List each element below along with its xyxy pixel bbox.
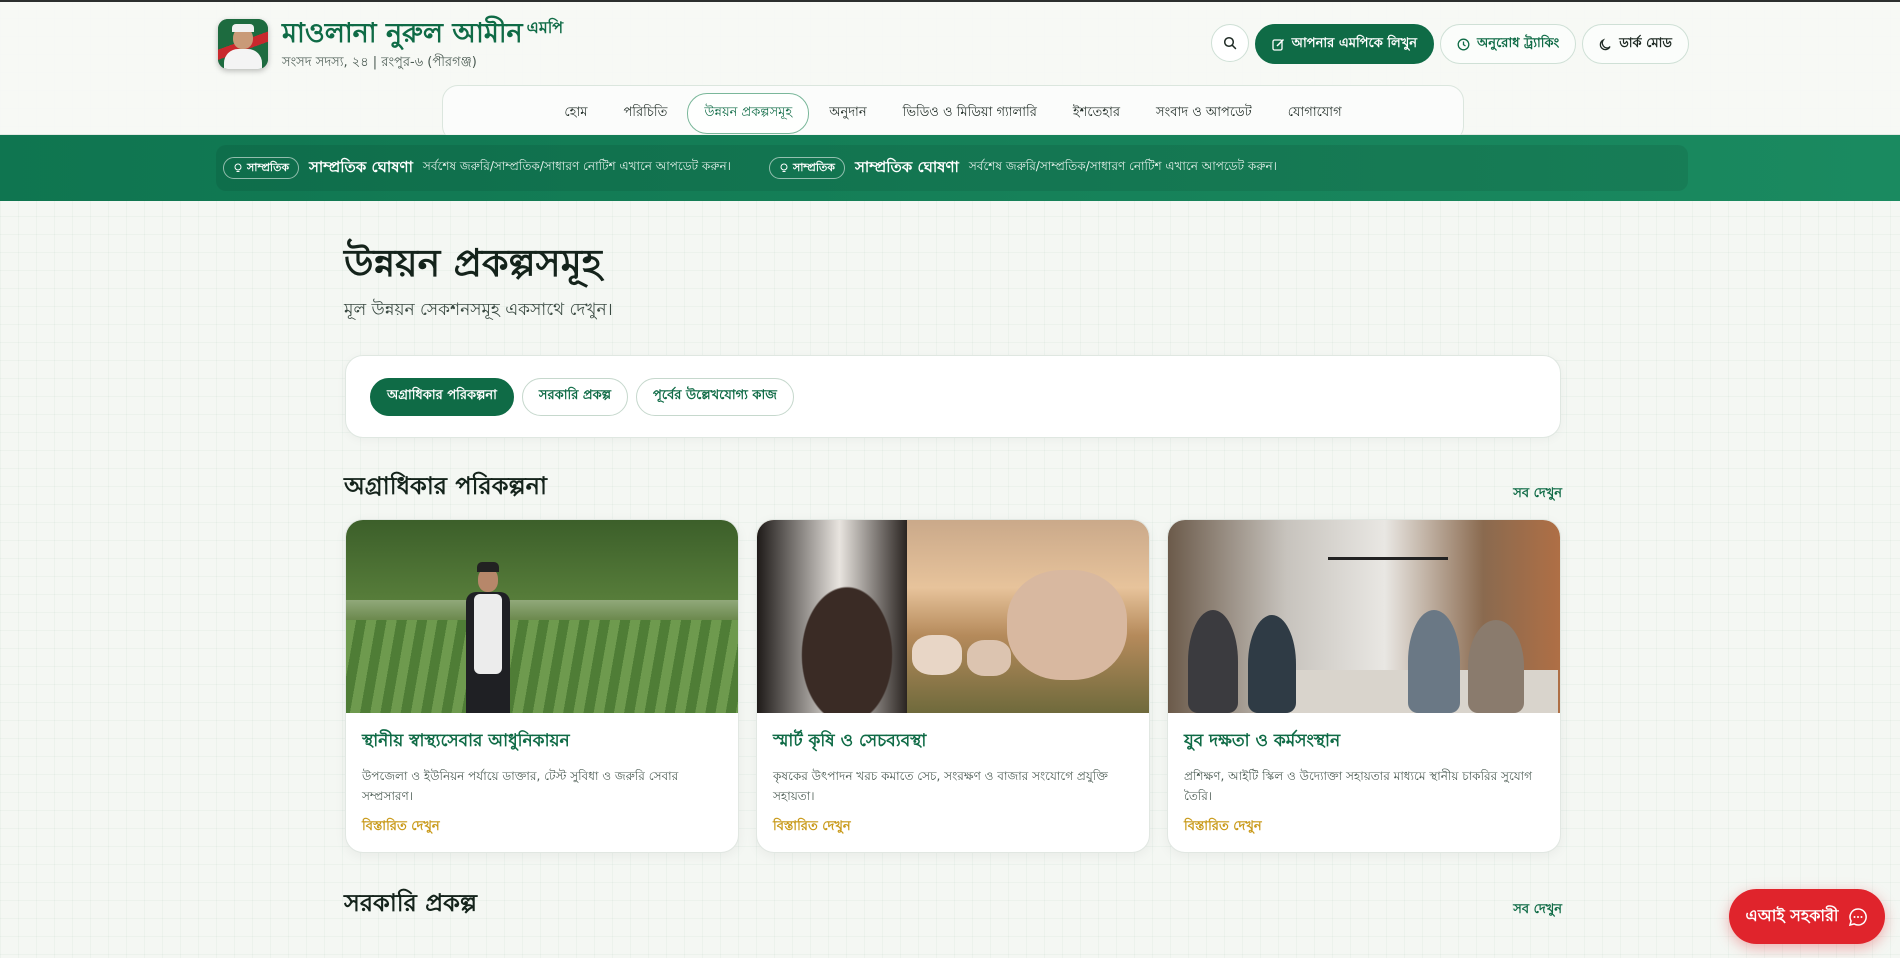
details-link[interactable]: বিস্তারিত দেখুন (1184, 817, 1544, 838)
ticker-track: সাম্প্রতিক সাম্প্রতিক ঘোষণা সর্বশেষ জরুর… (216, 145, 1688, 191)
nav-item-grants[interactable]: অনুদান (813, 94, 882, 133)
moon-icon (1599, 37, 1611, 50)
priority-section-header: অগ্রাধিকার পরিকল্পনা সব দেখুন (344, 468, 1562, 508)
nav-item-news[interactable]: সংবাদ ও আপডেট (1140, 94, 1268, 133)
details-link[interactable]: বিস্তারিত দেখুন (362, 817, 722, 838)
request-tracking-button[interactable]: অনুরোধ ট্র্যাকিং (1440, 24, 1577, 64)
card-description: উপজেলা ও ইউনিয়ন পর্যায়ে ডাক্তার, টেস্ট… (362, 769, 679, 803)
clock-icon (1457, 38, 1470, 50)
government-section-header: সরকারি প্রকল্প সব দেখুন (344, 885, 1562, 925)
page-subtitle: মূল উন্নয়ন সেকশনসমূহ একসাথে দেখুন। (344, 300, 613, 320)
details-link[interactable]: বিস্তারিত দেখুন (773, 817, 1133, 838)
nav-item-contact[interactable]: যোগাযোগ (1272, 94, 1358, 133)
edit-icon (1271, 38, 1284, 51)
card-image (1168, 520, 1560, 713)
dark-mode-toggle[interactable]: ডার্ক মোড (1582, 24, 1689, 64)
card-description: প্রশিক্ষণ, আইটি স্কিল ও উদ্যোক্তা সহায়ত… (1184, 769, 1533, 803)
nav-item-media-gallery[interactable]: ভিডিও ও মিডিয়া গ্যালারি (887, 94, 1053, 133)
nav-item-development-projects[interactable]: উন্নয়ন প্রকল্পসমূহ (687, 93, 810, 134)
page-title: উন্নয়ন প্রকল্পসমূহ (344, 241, 602, 285)
header-actions: আপনার এমপিকে লিখুন অনুরোধ ট্র্যাকিং ডার্… (1210, 24, 1689, 64)
brand-subtitle: সংসদ সদস্য, ২৪ | রংপুর-৬ (পীরগঞ্জ) (282, 55, 477, 70)
card-image (757, 520, 1149, 713)
ticker-text[interactable]: সর্বশেষ জরুরি/সাম্প্রতিক/সাধারণ নোটিশ এখ… (969, 158, 1277, 178)
nav-item-home[interactable]: হোম (548, 94, 603, 133)
ai-assistant-button[interactable]: এআই সহকারী (1729, 889, 1885, 944)
search-button[interactable] (1210, 24, 1249, 62)
card-title: স্থানীয় স্বাস্থ্যসেবার আধুনিকায়ন (362, 731, 570, 751)
nav-item-about[interactable]: পরিচিতি (607, 94, 683, 133)
card-image (346, 520, 738, 713)
see-all-link[interactable]: সব দেখুন (1513, 900, 1562, 921)
section-tabs: অগ্রাধিকার পরিকল্পনা সরকারি প্রকল্প পূর্… (345, 355, 1561, 438)
ticker-badge: সাম্প্রতিক (223, 157, 300, 179)
main-nav: হোম পরিচিতি উন্নয়ন প্রকল্পসমূহ অনুদান ভ… (442, 85, 1464, 142)
project-card[interactable]: যুব দক্ষতা ও কর্মসংস্থান প্রশিক্ষণ, আইটি… (1167, 519, 1561, 853)
avatar (218, 19, 268, 69)
write-to-mp-button[interactable]: আপনার এমপিকে লিখুন (1254, 24, 1435, 64)
announcement-ticker: সাম্প্রতিক সাম্প্রতিক ঘোষণা সর্বশেষ জরুর… (0, 135, 1900, 201)
bulb-icon (234, 163, 242, 172)
site-header: মাওলানা নুরুল আমীন এমপি সংসদ সদস্য, ২৪ |… (0, 2, 1900, 142)
chat-icon (1849, 907, 1868, 926)
see-all-link[interactable]: সব দেখুন (1513, 484, 1562, 505)
priority-cards: স্থানীয় স্বাস্থ্যসেবার আধুনিকায়ন উপজেল… (345, 519, 1561, 853)
project-card[interactable]: স্থানীয় স্বাস্থ্যসেবার আধুনিকায়ন উপজেল… (345, 519, 739, 853)
ticker-title: সাম্প্রতিক ঘোষণা (309, 157, 413, 176)
project-card[interactable]: স্মার্ট কৃষি ও সেচব্যবস্থা কৃষকের উৎপাদন… (756, 519, 1150, 853)
card-title: যুব দক্ষতা ও কর্মসংস্থান (1184, 731, 1341, 751)
tab-priority-plans[interactable]: অগ্রাধিকার পরিকল্পনা (370, 377, 514, 416)
tab-past-works[interactable]: পূর্বের উল্লেখযোগ্য কাজ (636, 377, 794, 416)
card-title: স্মার্ট কৃষি ও সেচব্যবস্থা (773, 731, 927, 751)
nav-item-manifesto[interactable]: ইশতেহার (1057, 94, 1136, 133)
tab-government-projects[interactable]: সরকারি প্রকল্প (521, 377, 629, 416)
ticker-badge: সাম্প্রতিক (768, 157, 845, 179)
section-title: সরকারি প্রকল্প (344, 889, 478, 917)
card-description: কৃষকের উৎপাদন খরচ কমাতে সেচ, সংরক্ষণ ও ব… (773, 769, 1108, 803)
ticker-title: সাম্প্রতিক ঘোষণা (854, 157, 959, 176)
ticker-text[interactable]: সর্বশেষ জরুরি/সাম্প্রতিক/সাধারণ নোটিশ এখ… (423, 158, 731, 178)
brand-name: মাওলানা নুরুল আমীন এমপি (282, 18, 564, 49)
brand[interactable]: মাওলানা নুরুল আমীন এমপি সংসদ সদস্য, ২৪ |… (218, 19, 563, 74)
bulb-icon (780, 163, 788, 172)
brand-name-suffix: এমপি (526, 18, 564, 37)
search-icon (1223, 36, 1236, 50)
section-title: অগ্রাধিকার পরিকল্পনা (344, 472, 547, 500)
